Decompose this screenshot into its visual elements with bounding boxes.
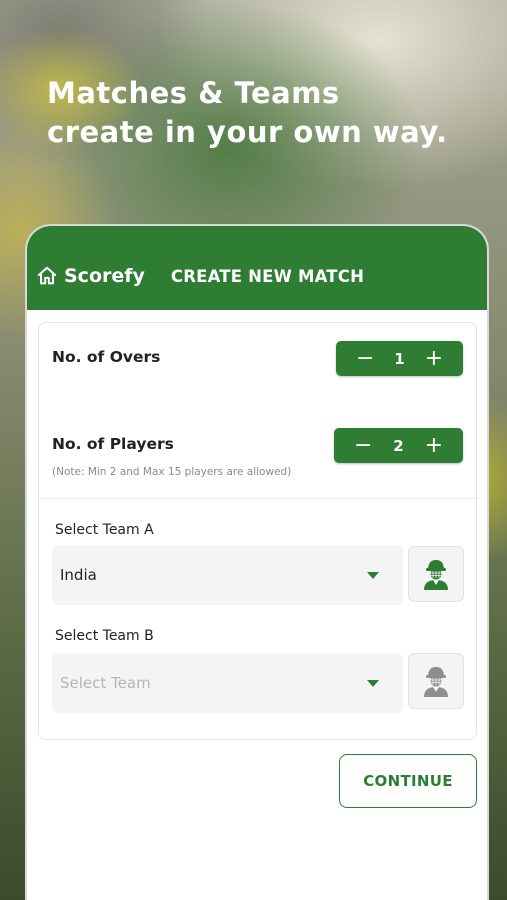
chevron-down-icon <box>367 680 379 687</box>
overs-increment-button[interactable]: + <box>425 347 443 370</box>
cricketer-avatar-icon <box>424 667 448 697</box>
app-bar: Scorefy CREATE NEW MATCH <box>27 226 487 310</box>
overs-decrement-button[interactable]: − <box>356 347 374 370</box>
overs-value: 1 <box>394 349 405 368</box>
players-increment-button[interactable]: + <box>425 434 443 457</box>
home-icon[interactable] <box>36 265 58 287</box>
promo-headline: Matches & Teams create in your own way. <box>47 74 448 152</box>
overs-stepper: − 1 + <box>336 341 463 376</box>
chevron-down-icon <box>367 572 379 579</box>
players-stepper: − 2 + <box>334 428 463 463</box>
players-decrement-button[interactable]: − <box>354 434 372 457</box>
phone-frame: Scorefy CREATE NEW MATCH No. of Overs − … <box>25 224 489 900</box>
divider <box>39 498 476 499</box>
match-form-card: No. of Overs − 1 + No. of Players − 2 + … <box>38 322 477 740</box>
overs-label: No. of Overs <box>52 348 161 366</box>
app-brand[interactable]: Scorefy <box>64 265 145 287</box>
promo-line-1: Matches & Teams <box>47 76 340 110</box>
team-a-value: India <box>60 566 97 584</box>
players-note: (Note: Min 2 and Max 15 players are allo… <box>52 466 292 478</box>
players-label: No. of Players <box>52 435 174 453</box>
team-b-select[interactable]: Select Team <box>52 653 403 713</box>
cricketer-avatar-icon <box>424 560 448 590</box>
team-a-label: Select Team A <box>55 522 154 538</box>
team-b-label: Select Team B <box>55 628 154 644</box>
players-value: 2 <box>393 436 404 455</box>
continue-button[interactable]: CONTINUE <box>339 754 477 808</box>
promo-line-2: create in your own way. <box>47 115 448 149</box>
team-b-avatar-button[interactable] <box>408 653 464 709</box>
team-a-avatar-button[interactable] <box>408 546 464 602</box>
team-b-placeholder: Select Team <box>60 674 151 692</box>
team-a-select[interactable]: India <box>52 545 403 605</box>
screen-title: CREATE NEW MATCH <box>170 266 365 286</box>
